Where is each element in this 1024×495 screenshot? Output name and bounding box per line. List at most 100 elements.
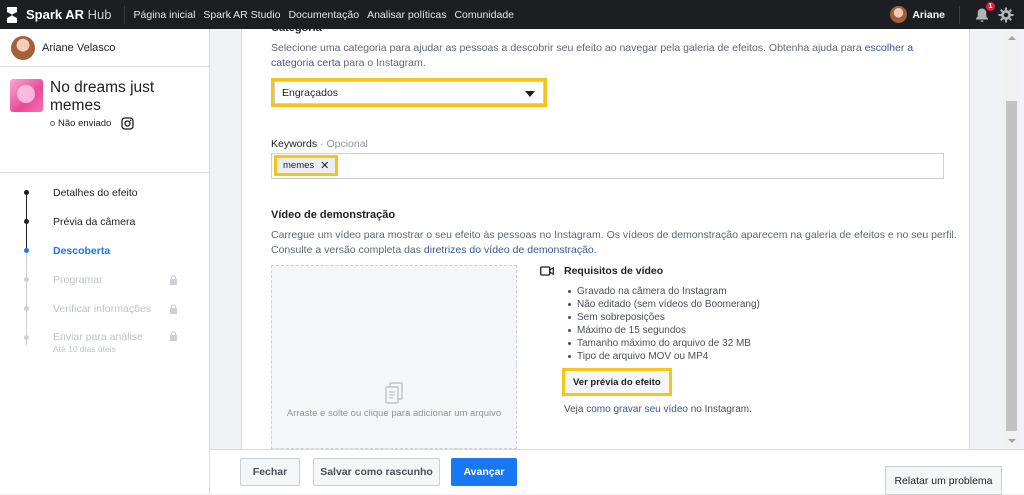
sidebar-user-name: Ariane Velasco	[42, 41, 116, 54]
gear-icon[interactable]	[998, 7, 1014, 23]
keyword-chip-label: memes	[283, 160, 315, 171]
step-discovery[interactable]: Descoberta	[0, 236, 209, 265]
notification-badge: 1	[986, 1, 995, 11]
keywords-label: Keywords · Opcional	[271, 138, 368, 150]
nav-home[interactable]: Página inicial	[134, 9, 196, 21]
keywords-input[interactable]: memes ✕	[271, 153, 944, 179]
step-dot	[24, 190, 29, 195]
category-title: Categoria	[271, 22, 322, 34]
step-submit-review: Enviar para análise Até 10 dias úteis	[0, 323, 209, 361]
video-upload-dropzone[interactable]: Arraste e solte ou clique para adicionar…	[271, 265, 517, 449]
keyword-chip: memes ✕	[274, 155, 339, 176]
step-label: Prévia da câmera	[53, 215, 136, 228]
recording-help-prefix: Veja	[564, 404, 584, 415]
file-upload-icon	[385, 382, 403, 404]
list-item: Não editado (sem vídeos do Boomerang)	[568, 298, 940, 311]
list-item: Máximo de 15 segundos	[568, 324, 940, 337]
list-item: Tamanho máximo do arquivo de 32 MB	[568, 337, 940, 350]
top-user-name[interactable]: Ariane	[912, 9, 945, 21]
keywords-label-text: Keywords	[271, 138, 318, 150]
step-dot	[24, 277, 29, 282]
step-dot	[24, 306, 29, 311]
step-sublabel: Até 10 dias úteis	[53, 343, 116, 354]
status-dot-icon	[50, 121, 55, 126]
top-divider	[959, 5, 960, 24]
step-label: Detalhes do efeito	[53, 186, 138, 199]
save-draft-button[interactable]: Salvar como rascunho	[313, 458, 440, 486]
step-label: Verificar informações	[53, 302, 152, 315]
effect-status-text: Não enviado	[58, 118, 112, 129]
step-effect-details[interactable]: Detalhes do efeito	[0, 178, 209, 207]
spark-ar-logo-icon	[7, 6, 17, 23]
demo-video-description-end: .	[593, 243, 597, 256]
nav-documentation[interactable]: Documentação	[288, 9, 359, 21]
lock-icon	[170, 274, 177, 285]
step-dot	[24, 335, 29, 340]
vertical-scrollbar[interactable]	[1003, 29, 1020, 449]
top-navigation-bar: Spark AR Hub Página inicial Spark AR Stu…	[0, 0, 1024, 29]
recording-help-suffix: no Instagram.	[690, 404, 752, 415]
category-select[interactable]: Engraçados	[271, 78, 547, 107]
list-item: Gravado na câmera do Instagram	[568, 285, 940, 298]
preview-effect-button[interactable]: Ver prévia do efeito	[562, 368, 672, 396]
demo-video-description: Carregue um vídeo para mostrar o seu efe…	[271, 228, 961, 257]
arrow-down-icon	[1007, 438, 1016, 443]
category-description: Selecione uma categoria para ajudar as p…	[271, 41, 951, 70]
scroll-down-button[interactable]	[1003, 432, 1020, 449]
top-user-avatar[interactable]	[890, 6, 908, 23]
effect-status: Não enviado	[50, 117, 170, 130]
sidebar: Ariane Velasco No dreams just memes Não …	[0, 29, 210, 494]
arrow-up-icon	[1007, 35, 1016, 40]
lock-icon	[170, 331, 177, 341]
step-label: Descoberta	[53, 244, 111, 257]
nav-spark-ar-studio[interactable]: Spark AR Studio	[203, 9, 280, 21]
step-verify-info: Verificar informações	[0, 294, 209, 323]
requirements-header: Requisitos de vídeo	[540, 265, 940, 277]
category-description-text: Selecione uma categoria para ajudar as p…	[271, 42, 862, 54]
video-camera-icon	[540, 266, 554, 276]
footer-bar: Fechar Salvar como rascunho Avançar Rela…	[210, 449, 1024, 495]
scrollbar-thumb[interactable]	[1006, 101, 1017, 431]
how-to-record-link[interactable]: como gravar seu vídeo	[586, 404, 688, 415]
close-icon[interactable]: ✕	[320, 159, 329, 172]
nav-divider	[123, 5, 125, 24]
sidebar-user[interactable]: Ariane Velasco	[0, 29, 209, 67]
nav-community[interactable]: Comunidade	[454, 9, 514, 21]
instagram-icon	[121, 117, 135, 130]
main-content: Categoria Selecione uma categoria para a…	[241, 22, 970, 449]
close-button[interactable]: Fechar	[240, 458, 300, 486]
step-camera-preview[interactable]: Prévia da câmera	[0, 207, 209, 236]
effect-name: No dreams just memes	[50, 79, 155, 114]
demo-video-description-text: Carregue um vídeo para mostrar o seu efe…	[271, 229, 957, 256]
effect-thumbnail	[10, 79, 43, 112]
lock-icon	[170, 303, 177, 314]
list-item: Tipo de arquivo MOV ou MP4	[568, 350, 940, 363]
demo-video-title: Vídeo de demonstração	[271, 209, 396, 221]
report-problem-button[interactable]: Relatar um problema	[885, 466, 1002, 495]
submission-steps: Detalhes do efeito Prévia da câmera Desc…	[0, 173, 209, 361]
requirements-title: Requisitos de vídeo	[564, 265, 664, 277]
step-label: Programar	[53, 273, 103, 286]
recording-help: Veja como gravar seu vídeo no Instagram.	[564, 404, 752, 415]
category-description-end: para o Instagram.	[343, 56, 426, 69]
spark-ar-logo[interactable]: Spark AR Hub	[0, 6, 112, 24]
nav-review-policies[interactable]: Analisar políticas	[367, 9, 446, 21]
video-guidelines-link[interactable]: diretrizes do vídeo de demonstração	[424, 244, 594, 256]
notifications-button[interactable]: 1	[974, 1, 995, 23]
step-dot	[24, 248, 29, 253]
category-selected-value: Engraçados	[282, 86, 339, 99]
list-item: Sem sobreposições	[568, 311, 940, 324]
next-button[interactable]: Avançar	[451, 458, 517, 486]
caret-down-icon	[525, 91, 535, 97]
requirements-list: Gravado na câmera do Instagram Não edita…	[540, 285, 940, 363]
scroll-up-button[interactable]	[1003, 29, 1020, 46]
upload-instructions: Arraste e solte ou clique para adicionar…	[286, 408, 502, 419]
brand-name: Spark AR Hub	[26, 7, 112, 22]
step-label: Enviar para análise	[53, 330, 143, 343]
sidebar-avatar	[11, 35, 35, 60]
step-dot	[24, 219, 29, 224]
effect-summary: No dreams just memes Não enviado	[0, 67, 209, 173]
keywords-optional: · Opcional	[320, 138, 368, 150]
step-schedule: Programar	[0, 265, 209, 294]
video-requirements: Requisitos de vídeo Gravado na câmera do…	[540, 265, 940, 415]
